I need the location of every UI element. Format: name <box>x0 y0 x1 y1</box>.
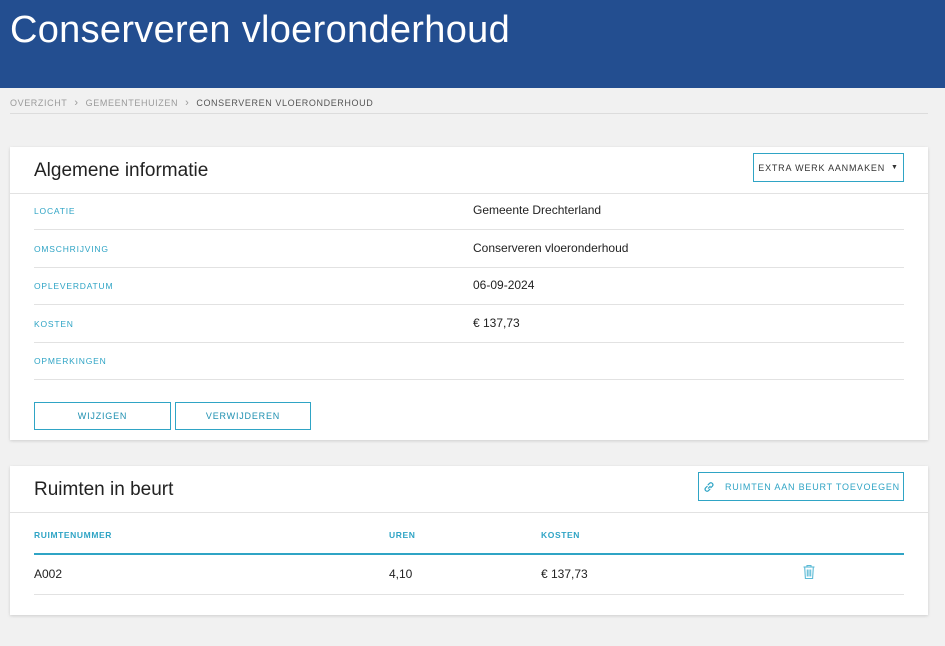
add-rooms-button[interactable]: RUIMTEN AAN BEURT TOEVOEGEN <box>698 472 904 501</box>
breadcrumb-current: CONSERVEREN VLOERONDERHOUD <box>196 98 374 108</box>
table-row-divider <box>34 594 904 595</box>
field-row-kosten: KOSTEN € 137,73 <box>34 306 904 343</box>
field-label: OMSCHRIJVING <box>34 244 109 254</box>
delete-button[interactable]: VERWIJDEREN <box>175 402 311 430</box>
field-value: Conserveren vloeronderhoud <box>473 241 629 255</box>
cell-ruimtenummer: A002 <box>34 567 63 581</box>
extra-work-dropdown-button[interactable]: EXTRA WERK AANMAKEN ▼ <box>753 153 904 182</box>
page-header: Conserveren vloeronderhoud <box>0 0 945 88</box>
field-label: LOCATIE <box>34 206 76 216</box>
general-info-title: Algemene informatie <box>34 160 209 181</box>
field-value: Gemeente Drechterland <box>473 203 602 217</box>
field-label: KOSTEN <box>34 319 74 329</box>
field-label: OPMERKINGEN <box>34 356 107 366</box>
chevron-right-icon: › <box>74 97 79 109</box>
column-header-kosten[interactable]: KOSTEN <box>541 530 580 540</box>
column-header-uren[interactable]: UREN <box>389 530 416 540</box>
chevron-right-icon: › <box>185 97 190 109</box>
breadcrumb-divider <box>10 113 928 114</box>
field-label: OPLEVERDATUM <box>34 281 114 291</box>
page-title: Conserveren vloeronderhoud <box>10 9 510 51</box>
caret-down-icon: ▼ <box>891 164 899 171</box>
field-row-opleverdatum: OPLEVERDATUM 06-09-2024 <box>34 268 904 305</box>
cell-uren: 4,10 <box>389 567 413 581</box>
add-rooms-label: RUIMTEN AAN BEURT TOEVOEGEN <box>725 481 900 492</box>
breadcrumb-item-gemeentehuizen[interactable]: GEMEENTEHUIZEN <box>86 98 178 108</box>
breadcrumb-item-overzicht[interactable]: OVERZICHT <box>10 98 67 108</box>
rooms-card: Ruimten in beurt RUIMTEN AAN BEURT TOEVO… <box>10 466 928 615</box>
extra-work-label: EXTRA WERK AANMAKEN <box>758 162 885 173</box>
general-info-card: Algemene informatie EXTRA WERK AANMAKEN … <box>10 147 928 440</box>
breadcrumb: OVERZICHT › GEMEENTEHUIZEN › CONSERVEREN… <box>10 96 373 110</box>
column-header-ruimtenummer[interactable]: RUIMTENUMMER <box>34 530 112 540</box>
table-header-divider <box>34 553 904 555</box>
trash-icon[interactable] <box>802 564 816 580</box>
edit-button[interactable]: WIJZIGEN <box>34 402 171 430</box>
card-divider <box>10 512 928 513</box>
field-row-locatie: LOCATIE Gemeente Drechterland <box>34 193 904 230</box>
field-value: € 137,73 <box>473 316 520 330</box>
cell-kosten: € 137,73 <box>541 567 588 581</box>
rooms-title: Ruimten in beurt <box>34 479 174 500</box>
field-row-opmerkingen: OPMERKINGEN <box>34 343 904 380</box>
link-icon <box>704 481 714 492</box>
field-row-omschrijving: OMSCHRIJVING Conserveren vloeronderhoud <box>34 231 904 268</box>
field-value: 06-09-2024 <box>473 278 535 292</box>
